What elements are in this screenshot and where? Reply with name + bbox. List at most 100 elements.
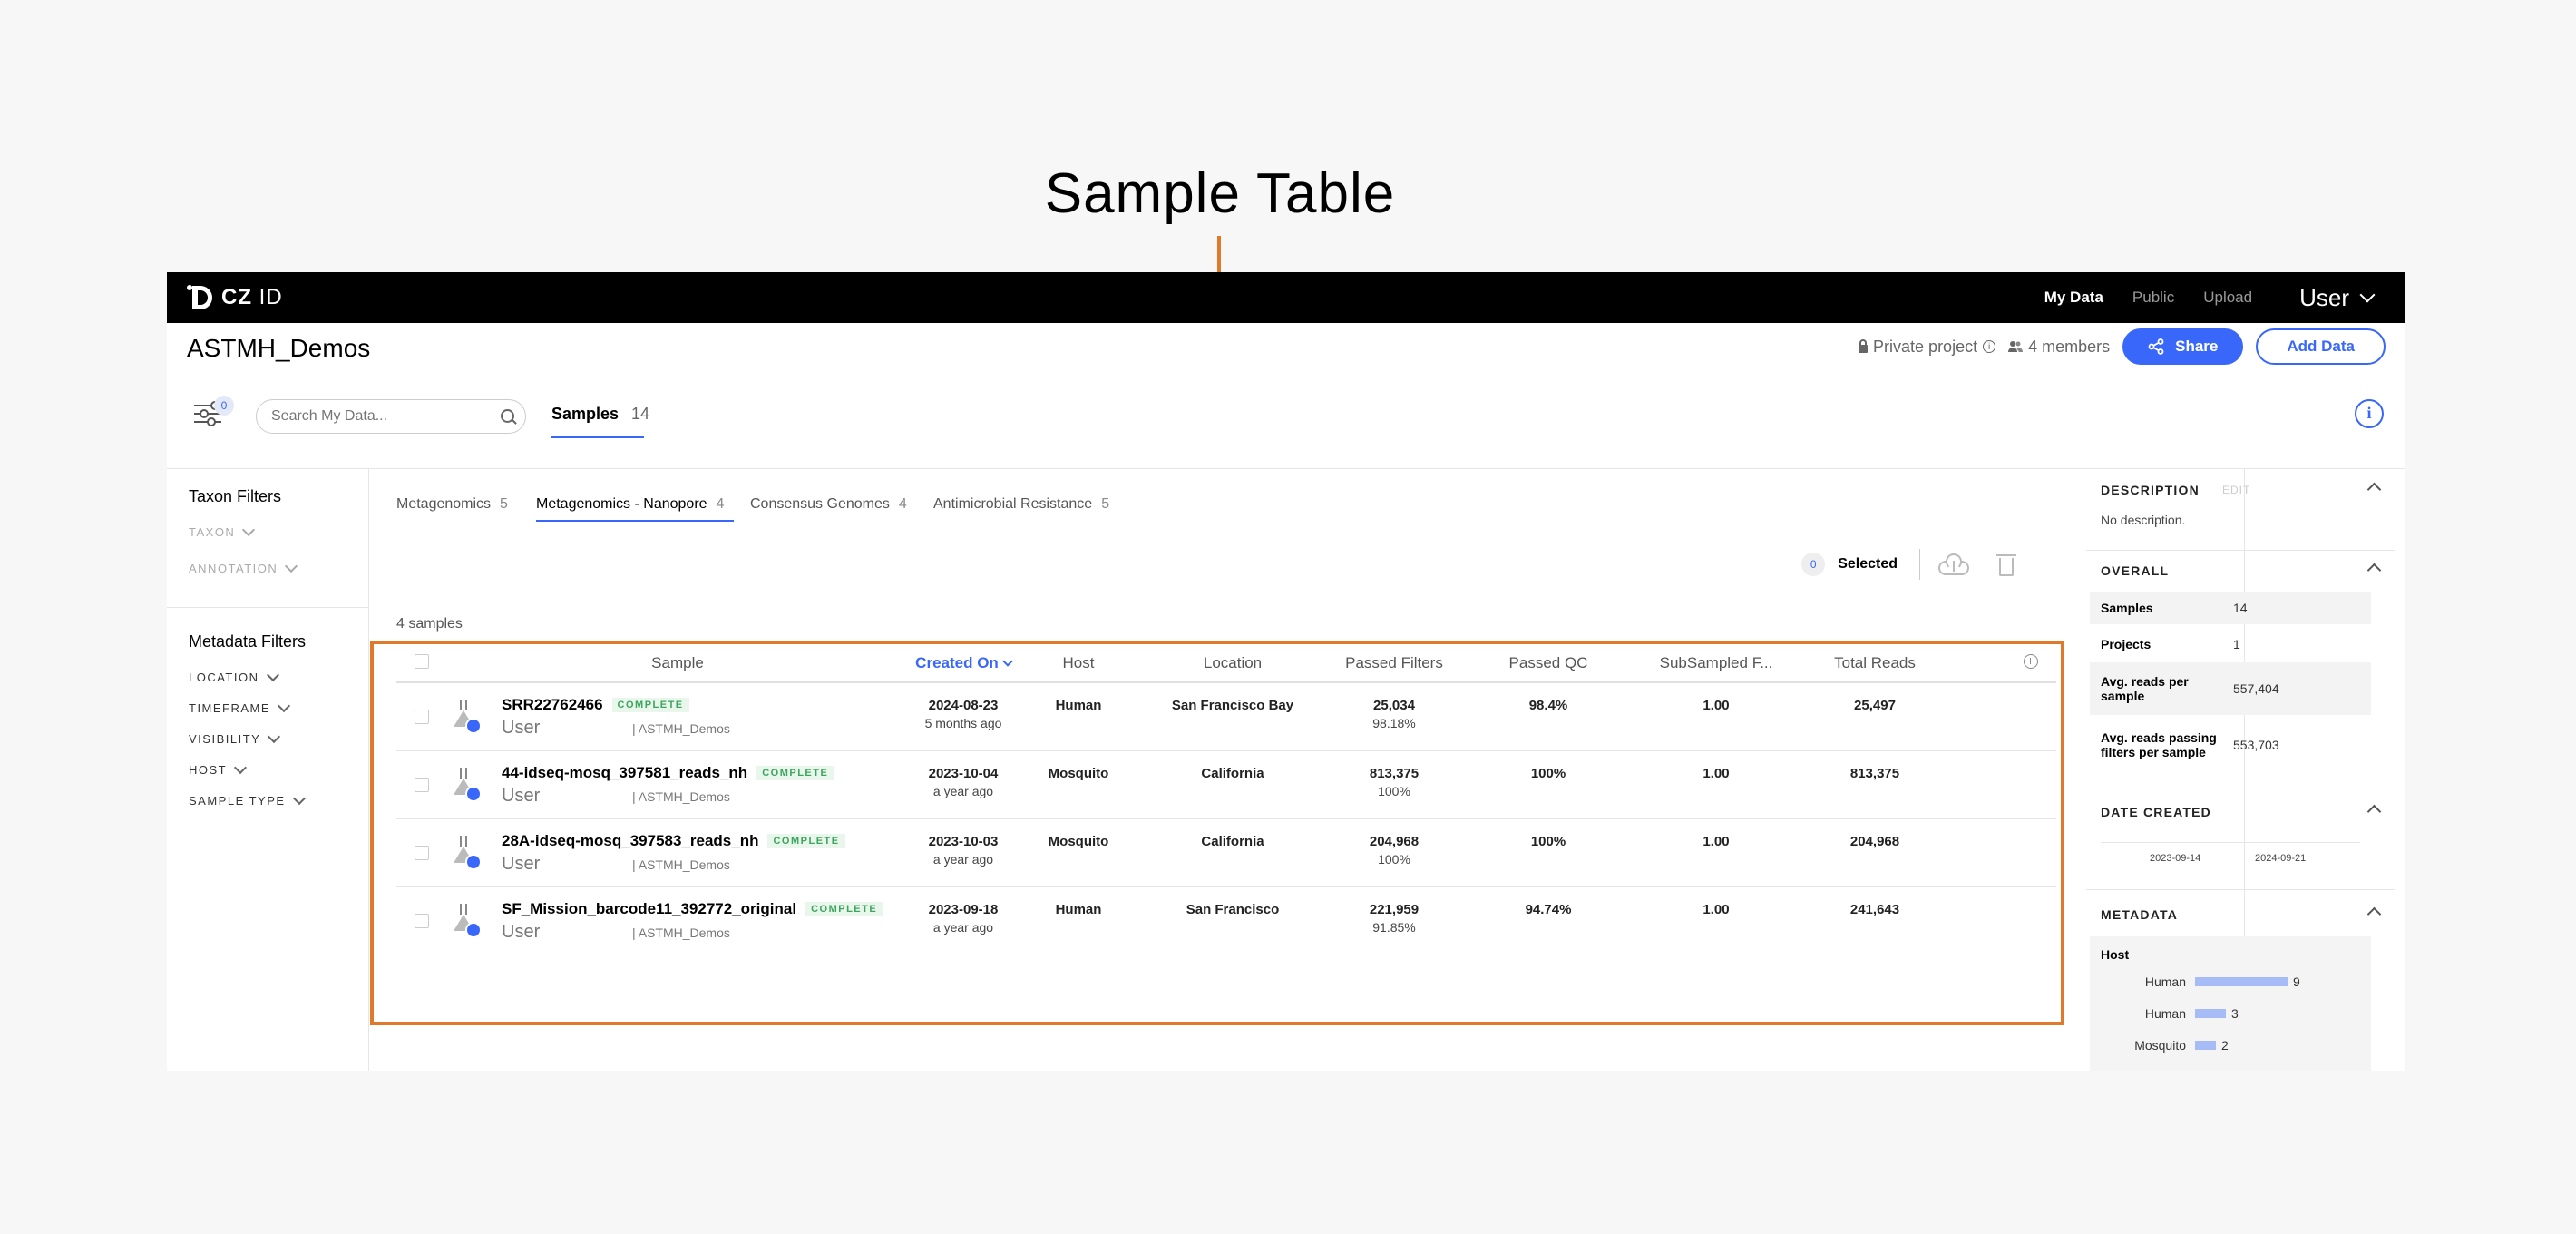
col-host[interactable]: Host [1033, 654, 1124, 672]
tab-count: 4 [898, 496, 907, 512]
col-passed-filters[interactable]: Passed Filters [1322, 654, 1467, 672]
user-menu[interactable]: User [2299, 284, 2349, 312]
filter-host[interactable]: HOST [189, 760, 248, 777]
search-input[interactable] [269, 407, 491, 426]
passed-filters-pct: 91.85% [1372, 920, 1416, 935]
table-row[interactable]: SF_Mission_barcode11_392772_original COMP… [396, 887, 2056, 955]
location-cell: San Francisco [1186, 902, 1280, 917]
filter-annotation-label: ANNOTATION [189, 562, 278, 575]
sample-name[interactable]: SF_Mission_barcode11_392772_original COMP… [502, 900, 883, 918]
sample-name[interactable]: 28A-idseq-mosq_397583_reads_nh COMPLETE [502, 832, 845, 850]
table-row[interactable]: 28A-idseq-mosq_397583_reads_nh COMPLETE Us… [396, 819, 2056, 887]
toolbar-divider [1919, 549, 1920, 580]
nav-upload[interactable]: Upload [2203, 289, 2252, 307]
chevron-down-icon [292, 791, 306, 806]
download-cloud-icon[interactable] [1938, 553, 1971, 575]
share-button[interactable]: Share [2122, 328, 2244, 365]
nav-my-data[interactable]: My Data [2044, 289, 2103, 307]
edit-description-link[interactable]: EDIT [2222, 484, 2250, 496]
chevron-down-icon [285, 559, 298, 573]
privacy-indicator[interactable]: Private project i [1859, 338, 1996, 357]
search-box[interactable] [256, 399, 526, 434]
add-column-icon[interactable] [2024, 654, 2038, 669]
passed-qc-cell: 100% [1530, 766, 1566, 781]
passed-filters-value: 221,959 [1369, 902, 1420, 917]
czid-logo[interactable]: CZ ID [187, 282, 283, 313]
col-subsampled[interactable]: SubSampled F... [1639, 654, 1793, 672]
table-row[interactable]: SRR22762466 COMPLETE User | ASTMH_Demos 2024… [396, 683, 2056, 751]
col-total-reads[interactable]: Total Reads [1811, 654, 1938, 672]
info-icon[interactable]: i [1983, 340, 1996, 353]
sample-name-text: SF_Mission_barcode11_392772_original [502, 900, 797, 917]
passed-filters-pct: 98.18% [1372, 716, 1416, 730]
flask-icon [453, 904, 482, 938]
created-date: 2024-08-23 [928, 698, 999, 713]
overall-label: Avg. reads passing filters per sample [2101, 730, 2217, 759]
date-created-title: DATE CREATED [2101, 805, 2211, 819]
host-cell: Mosquito [1048, 766, 1109, 781]
table-row[interactable]: 44-idseq-mosq_397581_reads_nh COMPLETE Use… [396, 751, 2056, 819]
overall-value: 1 [2233, 637, 2240, 651]
filter-location[interactable]: LOCATION [189, 668, 279, 684]
filter-annotation[interactable]: ANNOTATION [189, 559, 298, 575]
add-data-button[interactable]: Add Data [2256, 328, 2386, 365]
filter-visibility[interactable]: VISIBILITY [189, 730, 281, 746]
chevron-down-icon[interactable] [2359, 287, 2376, 303]
selected-count-badge: 0 [1801, 553, 1826, 576]
tab-label: Metagenomics - Nanopore [536, 496, 707, 512]
col-location[interactable]: Location [1169, 654, 1296, 672]
host-histogram-bar [2195, 1041, 2216, 1050]
sidebar-divider [2086, 550, 2395, 551]
tab-metagenomics[interactable]: Metagenomics 5 [396, 496, 508, 513]
tab-metagenomics-nanopore[interactable]: Metagenomics - Nanopore 4 [536, 496, 724, 513]
app-window: CZ ID My Data Public Upload User ASTMH_D… [167, 272, 2405, 1071]
total-reads-cell: 241,643 [1849, 902, 1900, 917]
sample-user: User [502, 854, 541, 874]
chevron-down-icon [277, 699, 291, 713]
created-on-cell: 2023-10-04 a year ago [904, 766, 1022, 798]
members-indicator[interactable]: 4 members [2008, 338, 2110, 357]
host-histogram-count: 9 [2293, 974, 2300, 989]
overall-value: 14 [2233, 601, 2248, 615]
filter-timeframe-label: TIMEFRAME [189, 701, 271, 715]
tab-antimicrobial-resistance[interactable]: Antimicrobial Resistance 5 [933, 496, 1109, 513]
row-checkbox[interactable] [415, 914, 429, 928]
filter-host-label: HOST [189, 763, 228, 777]
tab-count: 4 [716, 496, 725, 512]
filter-location-label: LOCATION [189, 671, 259, 684]
info-icon[interactable]: i [2355, 399, 2384, 428]
project-title: ASTMH_Demos [187, 334, 371, 362]
filter-visibility-label: VISIBILITY [189, 732, 261, 746]
logo-bold: CZ [221, 285, 252, 309]
tab-consensus-genomes[interactable]: Consensus Genomes 4 [750, 496, 907, 513]
col-created-on-label: Created On [915, 654, 999, 671]
host-histogram-row: Mosquito 2 [2050, 1038, 2229, 1053]
col-created-on[interactable]: Created On [904, 654, 1022, 672]
status-badge: COMPLETE [805, 902, 883, 916]
sample-name[interactable]: SRR22762466 COMPLETE [502, 696, 689, 714]
nav-public[interactable]: Public [2132, 289, 2174, 307]
members-icon [2008, 341, 2024, 352]
overall-avg-passing: Avg. reads passing filters per sample 553… [2090, 719, 2371, 771]
col-passed-qc[interactable]: Passed QC [1485, 654, 1612, 672]
logo-icon [187, 282, 214, 313]
filter-sample-type-label: SAMPLE TYPE [189, 794, 286, 808]
col-sample[interactable]: Sample [623, 654, 732, 672]
tab-label: Metagenomics [396, 496, 492, 512]
trash-icon[interactable] [1996, 552, 2016, 577]
table-header: Sample Created On Host Location Passed F… [396, 643, 2056, 683]
share-icon [2148, 338, 2164, 355]
sample-name[interactable]: 44-idseq-mosq_397581_reads_nh COMPLETE [502, 764, 834, 782]
search-icon[interactable] [501, 409, 514, 423]
passed-filters-value: 25,034 [1373, 698, 1415, 713]
filter-taxon[interactable]: TAXON [189, 523, 256, 539]
tab-samples[interactable]: Samples 14 [551, 405, 649, 424]
filter-sample-type[interactable]: SAMPLE TYPE [189, 791, 306, 808]
row-checkbox[interactable] [415, 778, 429, 792]
tab-samples-label: Samples [551, 405, 620, 423]
select-all-checkbox[interactable] [415, 654, 429, 669]
filter-timeframe[interactable]: TIMEFRAME [189, 699, 291, 715]
row-checkbox[interactable] [415, 710, 429, 724]
row-checkbox[interactable] [415, 846, 429, 860]
host-histogram-count: 3 [2231, 1006, 2239, 1021]
